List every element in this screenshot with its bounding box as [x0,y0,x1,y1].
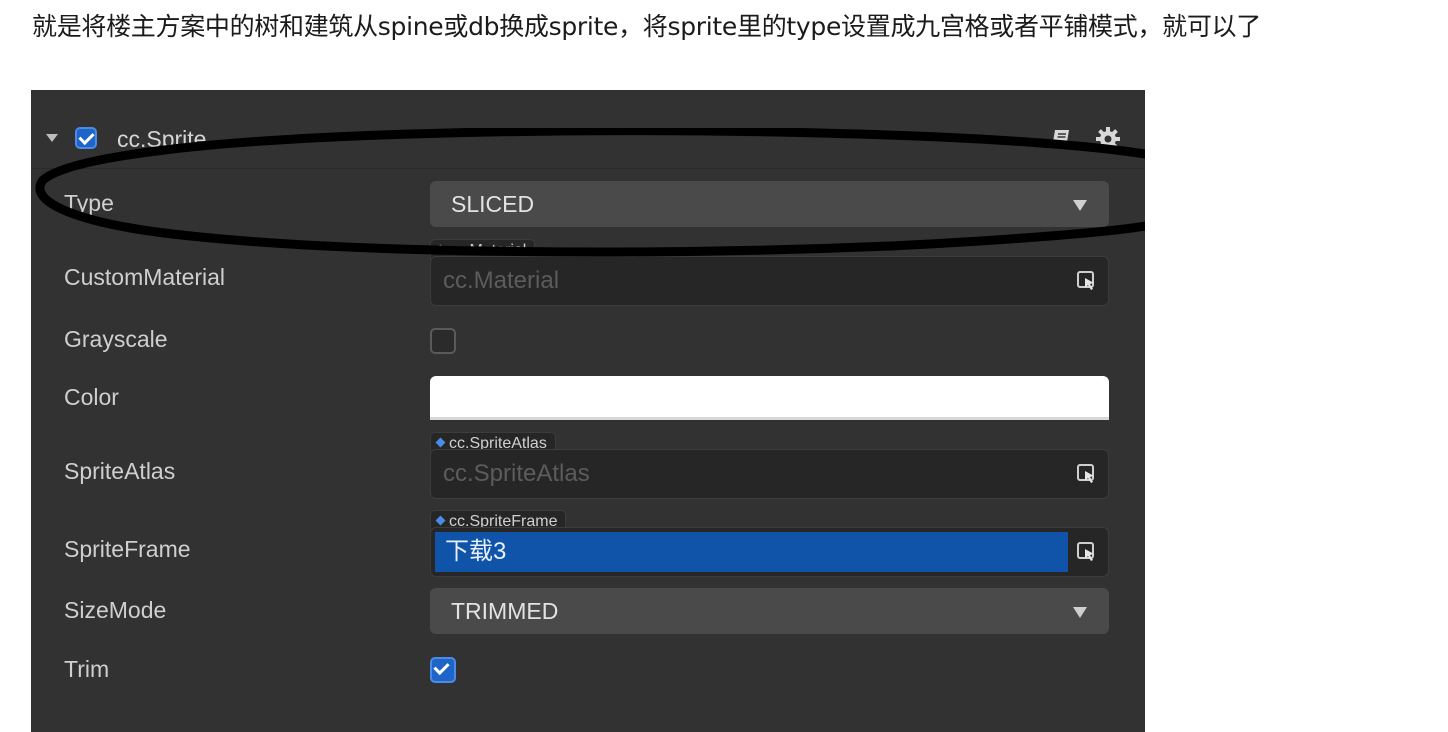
sprite-frame-field[interactable]: 下载3 [430,527,1109,577]
type-value: SLICED [451,191,535,217]
book-icon[interactable] [1049,126,1075,152]
trim-checkbox[interactable] [430,657,456,683]
asset-diamond-icon [435,244,446,255]
asset-picker-icon[interactable] [1076,541,1098,563]
color-swatch[interactable] [430,376,1109,420]
asset-diamond-icon [435,515,446,526]
trim-label: Trim [64,656,110,682]
size-mode-value: TRIMMED [451,598,559,624]
type-select[interactable]: SLICED [430,181,1109,227]
asset-diamond-icon [435,437,446,448]
gear-icon[interactable] [1095,126,1121,152]
component-enabled-checkbox[interactable] [75,127,97,149]
component-header[interactable]: cc.Sprite [31,90,1145,169]
component-title: cc.Sprite [117,126,207,152]
inspector-panel: cc.Sprite Type SLICED cc.Material Custom… [31,90,1145,732]
color-label: Color [64,384,119,410]
sprite-atlas-field[interactable]: cc.SpriteAtlas [430,449,1109,499]
intro-text: 就是将楼主方案中的树和建筑从spine或db换成sprite，将sprite里的… [32,12,1261,41]
dropdown-arrow-icon [1073,200,1087,211]
sprite-atlas-label: SpriteAtlas [64,458,176,484]
collapse-caret-icon[interactable] [46,134,58,142]
size-mode-select[interactable]: TRIMMED [430,588,1109,634]
size-mode-label: SizeMode [64,597,167,623]
asset-picker-icon[interactable] [1076,463,1098,485]
type-label: Type [64,190,114,216]
asset-picker-icon[interactable] [1076,270,1098,292]
dropdown-arrow-icon [1073,607,1087,618]
custom-material-field[interactable]: cc.Material [430,256,1109,306]
sprite-atlas-placeholder: cc.SpriteAtlas [443,460,590,487]
custom-material-label: CustomMaterial [64,264,226,290]
custom-material-placeholder: cc.Material [443,267,560,294]
sprite-frame-label: SpriteFrame [64,536,191,562]
grayscale-label: Grayscale [64,326,168,352]
grayscale-checkbox[interactable] [430,328,456,354]
sprite-frame-value: 下载3 [435,532,1068,572]
